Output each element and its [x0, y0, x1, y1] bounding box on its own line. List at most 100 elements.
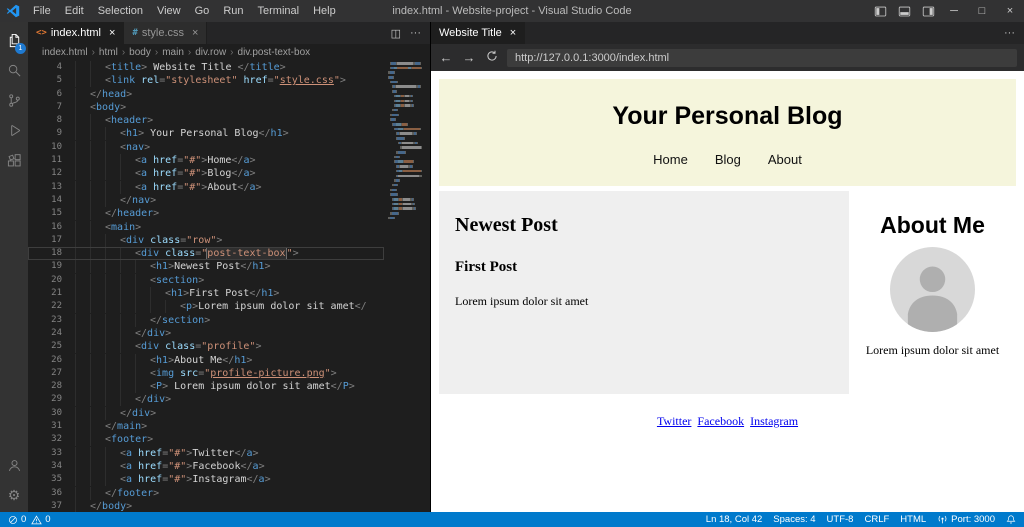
code-line-34[interactable]: 34<a href="#">Facebook</a> — [28, 460, 384, 473]
language-mode[interactable]: HTML — [900, 514, 926, 525]
code-line-21[interactable]: 21<h1>First Post</h1> — [28, 287, 384, 300]
url-input[interactable] — [507, 49, 1017, 67]
cursor-position[interactable]: Ln 18, Col 42 — [706, 514, 763, 525]
code-line-28[interactable]: 28<P> Lorem ipsum dolor sit amet</P> — [28, 380, 384, 393]
code-line-15[interactable]: 15</header> — [28, 207, 384, 220]
code-line-23[interactable]: 23</section> — [28, 314, 384, 327]
code-line-33[interactable]: 33<a href="#">Twitter</a> — [28, 447, 384, 460]
errors-indicator[interactable]: 0 — [8, 514, 26, 525]
menu-edit[interactable]: Edit — [58, 2, 91, 20]
code-line-16[interactable]: 16<main> — [28, 221, 384, 234]
code-line-25[interactable]: 25<div class="profile"> — [28, 340, 384, 353]
menu-file[interactable]: File — [26, 2, 58, 20]
search-icon[interactable] — [0, 55, 28, 85]
site-footer-link-twitter[interactable]: Twitter — [657, 414, 691, 428]
forward-icon[interactable]: → — [461, 50, 477, 65]
split-editor-icon[interactable]: ◫ — [391, 27, 401, 40]
more-actions-icon[interactable]: ··· — [1004, 27, 1015, 39]
port-indicator[interactable]: Port: 3000 — [937, 514, 995, 525]
code-line-9[interactable]: 9<h1> Your Personal Blog</h1> — [28, 127, 384, 140]
window-controls: ─ □ × — [868, 0, 1024, 22]
encoding[interactable]: UTF-8 — [827, 514, 854, 525]
refresh-icon[interactable] — [484, 50, 500, 65]
tab-style-css[interactable]: # style.css × — [124, 22, 207, 44]
site-nav-link-about[interactable]: About — [768, 152, 802, 167]
site-footer-link-instagram[interactable]: Instagram — [750, 414, 798, 428]
line-number: 31 — [28, 420, 75, 433]
code-line-6[interactable]: 6</head> — [28, 88, 384, 101]
close-window-button[interactable]: × — [996, 0, 1024, 22]
menu-selection[interactable]: Selection — [91, 2, 150, 20]
code-line-31[interactable]: 31</main> — [28, 420, 384, 433]
code-line-20[interactable]: 20<section> — [28, 274, 384, 287]
browser-tab-bar: Website Title × ··· — [431, 22, 1024, 44]
code-line-36[interactable]: 36</footer> — [28, 487, 384, 500]
close-tab-icon[interactable]: × — [109, 27, 115, 39]
source-control-icon[interactable] — [0, 85, 28, 115]
breadcrumb-item[interactable]: div.post-text-box — [238, 47, 311, 58]
code-line-32[interactable]: 32<footer> — [28, 433, 384, 446]
toggle-panel-left-icon[interactable] — [868, 0, 892, 22]
code-line-27[interactable]: 27<img src="profile-picture.png"> — [28, 367, 384, 380]
site-header: Your Personal Blog Home Blog About — [439, 79, 1016, 186]
code-line-35[interactable]: 35<a href="#">Instagram</a> — [28, 473, 384, 486]
code-line-12[interactable]: 12<a href="#">Blog</a> — [28, 167, 384, 180]
menu-go[interactable]: Go — [188, 2, 217, 20]
site-nav-link-home[interactable]: Home — [653, 152, 688, 167]
code-line-22[interactable]: 22<p>Lorem ipsum dolor sit amet</ — [28, 300, 384, 313]
menu-terminal[interactable]: Terminal — [251, 2, 307, 20]
breadcrumb-item[interactable]: div.row — [195, 47, 226, 58]
minimize-button[interactable]: ─ — [940, 0, 968, 22]
code-line-7[interactable]: 7<body> — [28, 101, 384, 114]
code-line-19[interactable]: 19<h1>Newest Post</h1> — [28, 260, 384, 273]
warnings-indicator[interactable]: 0 — [31, 514, 50, 525]
menu-help[interactable]: Help — [306, 2, 343, 20]
maximize-button[interactable]: □ — [968, 0, 996, 22]
menu-view[interactable]: View — [150, 2, 188, 20]
toggle-panel-right-icon[interactable] — [916, 0, 940, 22]
notifications-bell-icon[interactable] — [1006, 514, 1016, 525]
line-number: 11 — [28, 154, 75, 167]
more-actions-icon[interactable]: ··· — [410, 27, 421, 39]
breadcrumb-item[interactable]: main — [162, 47, 184, 58]
tab-website-title[interactable]: Website Title × — [431, 22, 525, 44]
code-line-37[interactable]: 37</body> — [28, 500, 384, 512]
vscode-window: FileEditSelectionViewGoRunTerminalHelp i… — [0, 0, 1024, 527]
explorer-icon[interactable]: 1 — [0, 25, 28, 55]
close-tab-icon[interactable]: × — [192, 27, 198, 39]
line-number: 26 — [28, 354, 75, 367]
run-debug-icon[interactable] — [0, 115, 28, 145]
breadcrumb-item[interactable]: index.html — [42, 47, 88, 58]
code-line-30[interactable]: 30</div> — [28, 407, 384, 420]
extensions-icon[interactable] — [0, 145, 28, 175]
back-icon[interactable]: ← — [438, 50, 454, 65]
code-line-13[interactable]: 13<a href="#">About</a> — [28, 181, 384, 194]
code-line-18[interactable]: 18<div class="post-text-box"> — [28, 247, 384, 260]
code-line-10[interactable]: 10<nav> — [28, 141, 384, 154]
code-line-24[interactable]: 24</div> — [28, 327, 384, 340]
close-tab-icon[interactable]: × — [510, 27, 516, 39]
code-line-17[interactable]: 17<div class="row"> — [28, 234, 384, 247]
code-line-26[interactable]: 26<h1>About Me</h1> — [28, 354, 384, 367]
eol-sequence[interactable]: CRLF — [864, 514, 889, 525]
code-line-14[interactable]: 14</nav> — [28, 194, 384, 207]
site-title: Your Personal Blog — [439, 79, 1016, 131]
breadcrumb-item[interactable]: body — [129, 47, 151, 58]
site-nav-link-blog[interactable]: Blog — [715, 152, 741, 167]
code-line-8[interactable]: 8<header> — [28, 114, 384, 127]
account-icon[interactable] — [0, 450, 28, 480]
settings-gear-icon[interactable]: ⚙ — [0, 480, 28, 510]
menu-run[interactable]: Run — [216, 2, 250, 20]
breadcrumb-item[interactable]: html — [99, 47, 118, 58]
line-number: 30 — [28, 407, 75, 420]
toggle-panel-bottom-icon[interactable] — [892, 0, 916, 22]
code-line-11[interactable]: 11<a href="#">Home</a> — [28, 154, 384, 167]
indentation[interactable]: Spaces: 4 — [773, 514, 815, 525]
code-editor[interactable]: 4<title> Website Title </title>5<link re… — [28, 60, 430, 512]
site-footer-link-facebook[interactable]: Facebook — [697, 414, 744, 428]
minimap[interactable] — [386, 62, 422, 221]
code-line-29[interactable]: 29</div> — [28, 393, 384, 406]
code-line-5[interactable]: 5<link rel="stylesheet" href="style.css"… — [28, 74, 384, 87]
tab-index-html[interactable]: <> index.html × — [28, 22, 124, 44]
code-line-4[interactable]: 4<title> Website Title </title> — [28, 61, 384, 74]
